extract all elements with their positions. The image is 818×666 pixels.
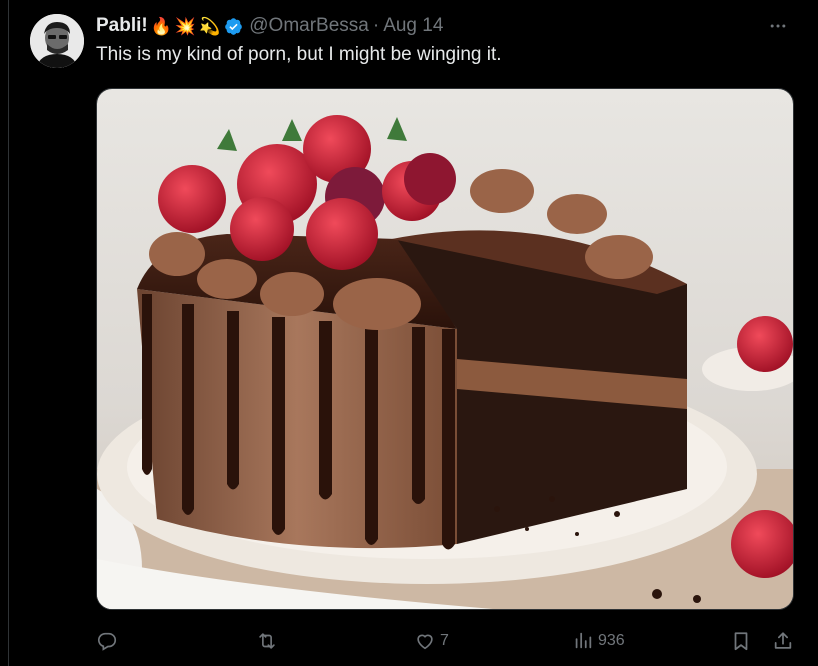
verified-badge-icon[interactable] [224, 17, 243, 36]
separator-dot: · [372, 15, 380, 36]
dizzy-emoji: 💫 [199, 16, 221, 36]
reply-icon [97, 632, 117, 651]
more-icon [770, 24, 786, 28]
tweet-header: Pabli! 🔥 💥 💫 @OmarBessa · Aug 14 [96, 13, 443, 39]
share-button[interactable] [772, 622, 794, 660]
avatar[interactable] [30, 14, 84, 68]
display-name[interactable]: Pabli! [96, 15, 148, 37]
tweet-media-photo[interactable] [96, 88, 794, 610]
views-button[interactable]: 936 [572, 622, 625, 660]
collision-emoji: 💥 [174, 16, 197, 36]
tweet-text: This is my kind of porn, but I might be … [96, 44, 502, 65]
like-button[interactable]: 7 [414, 622, 449, 660]
views-count: 936 [598, 632, 625, 649]
tweet[interactable]: Pabli! 🔥 💥 💫 @OmarBessa · Aug 14 This is… [0, 0, 818, 666]
bookmark-button[interactable] [730, 622, 752, 660]
timestamp[interactable]: Aug 14 [383, 15, 443, 37]
reply-button[interactable] [96, 622, 122, 660]
more-options-button[interactable] [766, 14, 790, 38]
chocolate-cake-photo [97, 89, 793, 609]
share-icon [774, 632, 792, 649]
like-count: 7 [440, 632, 449, 649]
tweet-actions: 7 936 [0, 622, 818, 660]
heart-icon [417, 634, 433, 650]
views-icon [575, 632, 592, 649]
retweet-button[interactable] [256, 622, 282, 660]
fire-emoji: 🔥 [150, 16, 172, 36]
author-handle[interactable]: @OmarBessa [249, 15, 369, 37]
retweet-icon [259, 633, 275, 649]
bookmark-icon [734, 632, 748, 651]
avatar-image [30, 14, 84, 68]
timeline-divider [8, 0, 9, 666]
